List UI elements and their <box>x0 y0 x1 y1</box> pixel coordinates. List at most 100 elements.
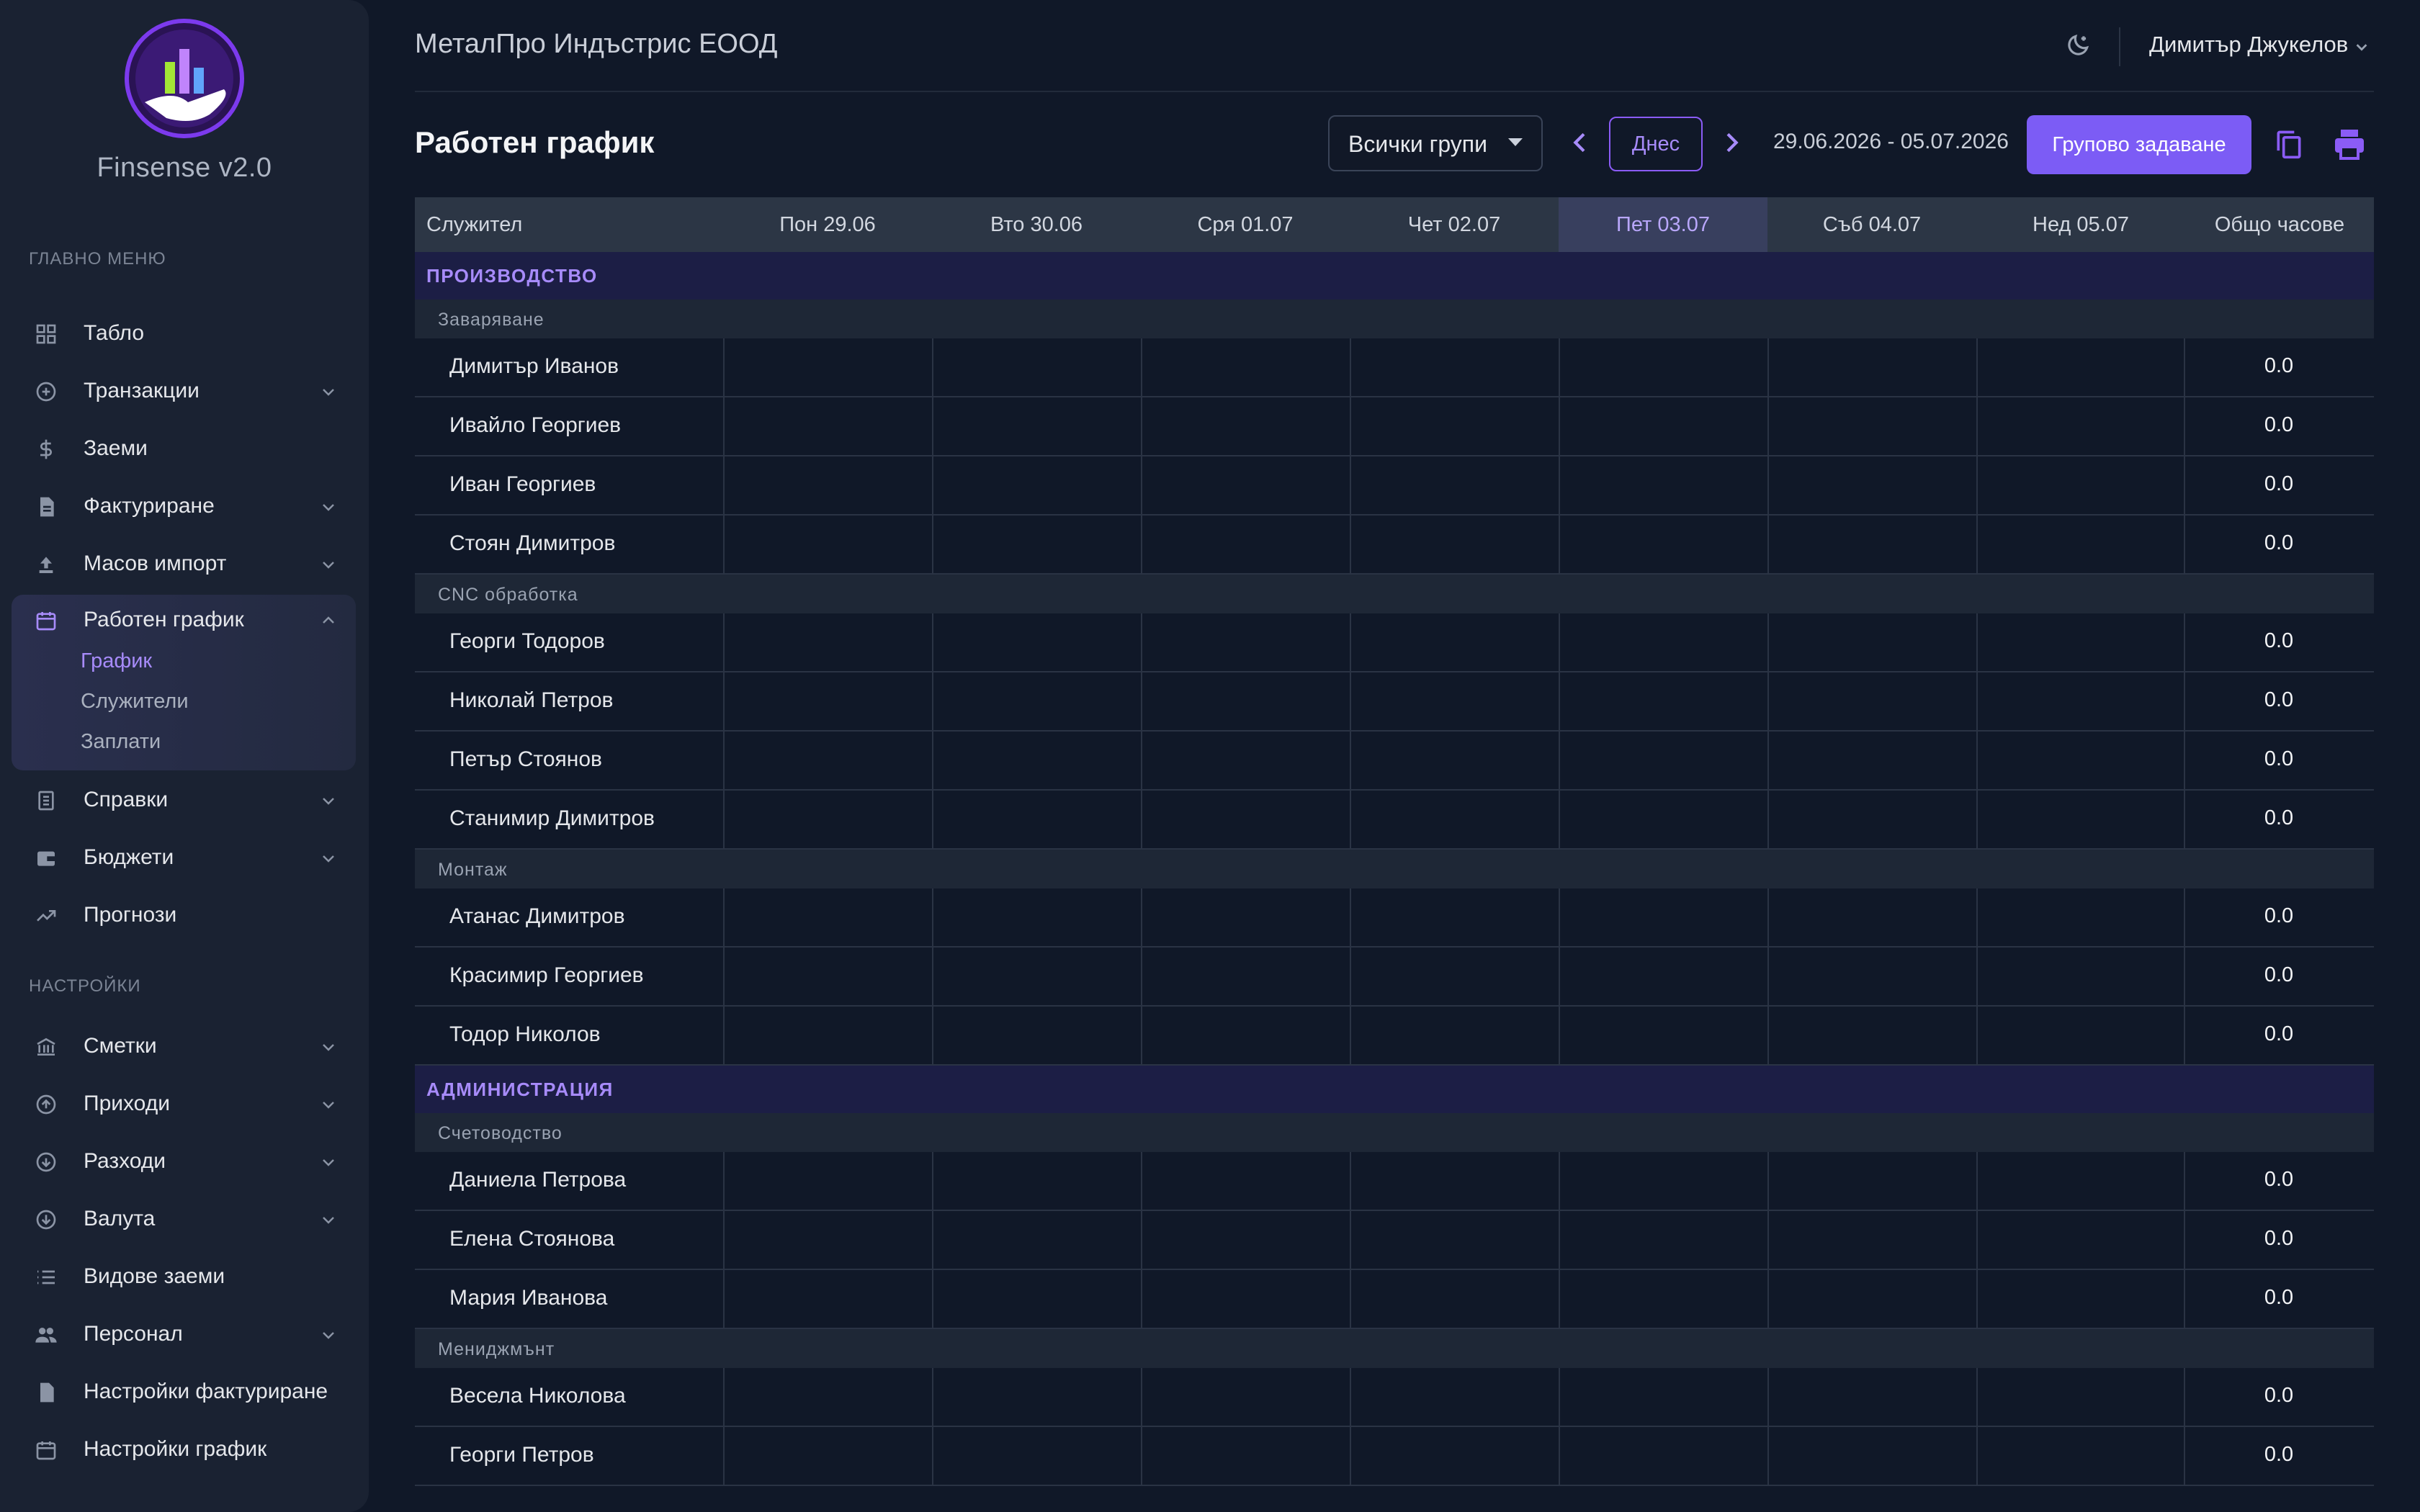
schedule-cell[interactable] <box>1350 516 1559 573</box>
schedule-cell[interactable] <box>1141 791 1350 848</box>
chevron-down-icon[interactable] <box>2354 39 2370 55</box>
schedule-cell[interactable] <box>1559 338 1767 396</box>
schedule-cell[interactable] <box>1141 613 1350 671</box>
schedule-cell[interactable] <box>932 1007 1141 1064</box>
schedule-cell[interactable] <box>932 397 1141 455</box>
schedule-cell[interactable] <box>723 456 932 514</box>
schedule-cell[interactable] <box>1141 1270 1350 1328</box>
schedule-cell[interactable] <box>1559 1152 1767 1210</box>
schedule-cell[interactable] <box>1350 1152 1559 1210</box>
schedule-cell[interactable] <box>1559 516 1767 573</box>
schedule-cell[interactable] <box>932 516 1141 573</box>
sidebar-item-currency[interactable]: Валута <box>12 1194 356 1244</box>
schedule-cell[interactable] <box>1559 1211 1767 1269</box>
schedule-cell[interactable] <box>1350 456 1559 514</box>
sidebar-item-loan-types[interactable]: Видове заеми <box>12 1251 356 1302</box>
schedule-cell[interactable] <box>1350 791 1559 848</box>
schedule-cell[interactable] <box>932 613 1141 671</box>
schedule-cell[interactable] <box>1767 456 1976 514</box>
schedule-cell[interactable] <box>723 397 932 455</box>
sidebar-item-accounts[interactable]: Сметки <box>12 1021 356 1071</box>
schedule-cell[interactable] <box>1559 791 1767 848</box>
sidebar-subitem-employees[interactable]: Служители <box>81 690 189 714</box>
sidebar-item-dashboard[interactable]: Табло <box>12 308 356 359</box>
schedule-cell[interactable] <box>1976 732 2185 789</box>
schedule-cell[interactable] <box>932 791 1141 848</box>
schedule-cell[interactable] <box>1141 672 1350 730</box>
schedule-cell[interactable] <box>1141 732 1350 789</box>
schedule-cell[interactable] <box>1767 516 1976 573</box>
schedule-cell[interactable] <box>1350 1368 1559 1426</box>
schedule-cell[interactable] <box>1141 1152 1350 1210</box>
schedule-cell[interactable] <box>1350 338 1559 396</box>
schedule-cell[interactable] <box>1976 613 2185 671</box>
schedule-cell[interactable] <box>1976 397 2185 455</box>
schedule-cell[interactable] <box>1141 456 1350 514</box>
chevron-right-icon[interactable] <box>1717 127 1746 158</box>
schedule-cell[interactable] <box>1767 1211 1976 1269</box>
schedule-cell[interactable] <box>1559 1427 1767 1485</box>
schedule-cell[interactable] <box>1141 516 1350 573</box>
schedule-cell[interactable] <box>1141 1427 1350 1485</box>
schedule-cell[interactable] <box>932 672 1141 730</box>
schedule-cell[interactable] <box>1767 613 1976 671</box>
schedule-cell[interactable] <box>1767 732 1976 789</box>
schedule-cell[interactable] <box>1559 397 1767 455</box>
schedule-cell[interactable] <box>1141 1007 1350 1064</box>
schedule-cell[interactable] <box>1976 1211 2185 1269</box>
schedule-cell[interactable] <box>1767 1007 1976 1064</box>
schedule-cell[interactable] <box>1141 397 1350 455</box>
schedule-cell[interactable] <box>932 888 1141 946</box>
schedule-cell[interactable] <box>932 732 1141 789</box>
schedule-cell[interactable] <box>1350 888 1559 946</box>
chevron-left-icon[interactable] <box>1566 127 1595 158</box>
schedule-cell[interactable] <box>1350 672 1559 730</box>
schedule-cell[interactable] <box>1559 456 1767 514</box>
sidebar-item-budgets[interactable]: Бюджети <box>12 832 356 883</box>
schedule-cell[interactable] <box>1559 888 1767 946</box>
schedule-cell[interactable] <box>1350 732 1559 789</box>
schedule-cell[interactable] <box>723 948 932 1005</box>
schedule-cell[interactable] <box>932 1211 1141 1269</box>
schedule-cell[interactable] <box>1559 1007 1767 1064</box>
copy-icon[interactable] <box>2273 127 2305 161</box>
schedule-cell[interactable] <box>1976 888 2185 946</box>
sidebar-item-schedule-settings[interactable]: Настройки график <box>12 1424 356 1475</box>
schedule-cell[interactable] <box>1767 948 1976 1005</box>
sidebar-item-invoicing[interactable]: Фактуриране <box>12 481 356 531</box>
schedule-cell[interactable] <box>723 613 932 671</box>
schedule-cell[interactable] <box>1976 338 2185 396</box>
schedule-cell[interactable] <box>932 338 1141 396</box>
today-button[interactable]: Днес <box>1609 117 1703 171</box>
schedule-cell[interactable] <box>723 1270 932 1328</box>
schedule-cell[interactable] <box>723 791 932 848</box>
sidebar-item-schedule[interactable]: Работен график <box>12 595 356 645</box>
sidebar-item-reports[interactable]: Справки <box>12 775 356 825</box>
schedule-cell[interactable] <box>1350 1211 1559 1269</box>
schedule-cell[interactable] <box>932 1152 1141 1210</box>
schedule-cell[interactable] <box>1976 1152 2185 1210</box>
schedule-cell[interactable] <box>1350 397 1559 455</box>
schedule-cell[interactable] <box>1976 456 2185 514</box>
schedule-cell[interactable] <box>1976 1427 2185 1485</box>
schedule-cell[interactable] <box>1141 948 1350 1005</box>
schedule-cell[interactable] <box>1767 1270 1976 1328</box>
schedule-cell[interactable] <box>1559 672 1767 730</box>
schedule-cell[interactable] <box>1559 732 1767 789</box>
schedule-cell[interactable] <box>932 1427 1141 1485</box>
group-select[interactable]: Всички групи <box>1328 115 1543 171</box>
moon-icon[interactable] <box>2064 32 2092 59</box>
schedule-cell[interactable] <box>1559 1270 1767 1328</box>
schedule-cell[interactable] <box>723 1427 932 1485</box>
schedule-cell[interactable] <box>1767 791 1976 848</box>
sidebar-subitem-schedule[interactable]: График <box>81 649 152 673</box>
schedule-cell[interactable] <box>1350 1007 1559 1064</box>
schedule-cell[interactable] <box>1559 1368 1767 1426</box>
schedule-cell[interactable] <box>1350 1427 1559 1485</box>
schedule-cell[interactable] <box>1767 672 1976 730</box>
bulk-assign-button[interactable]: Групово задаване <box>2027 115 2251 174</box>
schedule-cell[interactable] <box>1767 397 1976 455</box>
schedule-cell[interactable] <box>723 1007 932 1064</box>
sidebar-item-income[interactable]: Приходи <box>12 1079 356 1129</box>
schedule-cell[interactable] <box>723 1211 932 1269</box>
